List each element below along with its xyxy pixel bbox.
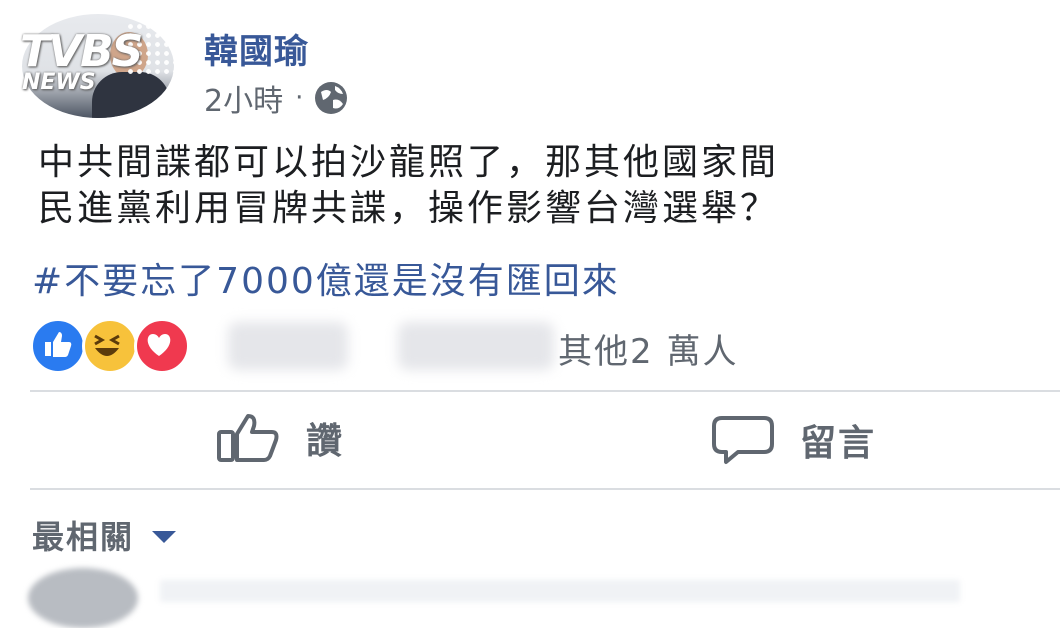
- comment-sort-label: 最相關: [32, 518, 135, 556]
- post-meta: 2小時 ·: [204, 76, 349, 120]
- reaction-icons[interactable]: [30, 318, 190, 374]
- meta-separator: ·: [295, 83, 304, 113]
- like-label: 讚: [306, 421, 345, 462]
- author-name[interactable]: 韓國瑜: [204, 24, 309, 73]
- logo-brand-bottom: NEWS: [22, 70, 96, 95]
- haha-reaction-icon: [82, 318, 138, 374]
- post-text-line-2: 民進黨利用冒牌共諜，操作影響台灣選舉？: [38, 188, 780, 229]
- comment-avatar: [28, 568, 138, 628]
- comment-label: 留言: [800, 423, 877, 464]
- comment-preview: [160, 580, 960, 602]
- blurred-name-1: [228, 322, 348, 370]
- divider-top: [30, 390, 1060, 392]
- divider-bottom: [30, 488, 1060, 490]
- reaction-summary[interactable]: 其他2 萬人: [558, 324, 738, 373]
- post-text-line-1: 中共間諜都可以拍沙龍照了，那其他國家間: [38, 142, 780, 183]
- chevron-down-icon: [152, 531, 177, 543]
- like-reaction-icon: [30, 318, 86, 374]
- tvbs-news-logo: TVBS NEWS: [18, 22, 182, 102]
- comment-button[interactable]: 留言: [710, 414, 876, 466]
- like-button[interactable]: 讚: [216, 412, 344, 464]
- love-reaction-icon: [134, 318, 190, 374]
- post-hashtag[interactable]: #不要忘了7000億還是沒有匯回來: [32, 252, 620, 304]
- thumbs-up-icon: [217, 414, 279, 462]
- comment-bubble-icon: [712, 416, 774, 464]
- post-text: 中共間諜都可以拍沙龍照了，那其他國家間 民進黨利用冒牌共諜，操作影響台灣選舉？: [38, 140, 779, 232]
- blurred-name-2: [398, 322, 554, 370]
- comment-sort-dropdown[interactable]: 最相關: [32, 512, 177, 558]
- globe-icon[interactable]: [313, 80, 349, 116]
- post-timestamp[interactable]: 2小時: [204, 76, 283, 120]
